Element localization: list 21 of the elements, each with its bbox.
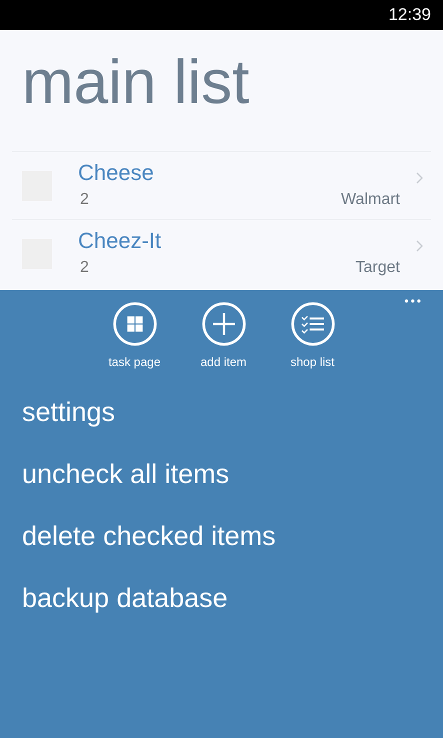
item-name: Cheese: [78, 158, 154, 186]
chevron-icon: [416, 172, 423, 184]
item-store: Target: [356, 258, 400, 278]
menu-item[interactable]: settings: [22, 393, 116, 431]
add-icon: [202, 302, 246, 346]
menu-item[interactable]: backup database: [22, 579, 228, 617]
item-store: Walmart: [341, 190, 400, 210]
more-button[interactable]: •••: [404, 292, 423, 310]
page-title: main list: [22, 52, 250, 114]
app-bar-button[interactable]: add item: [196, 302, 252, 371]
item-quantity: 2: [80, 258, 89, 278]
status-time: 12:39: [388, 4, 431, 26]
grid-icon: [112, 302, 156, 346]
app-bar-button[interactable]: shop list: [284, 302, 340, 371]
checklist-icon: [290, 302, 334, 346]
chevron-icon: [416, 240, 423, 252]
menu-item[interactable]: delete checked items: [22, 517, 276, 555]
item-name: Cheez-It: [78, 226, 162, 254]
menu-item[interactable]: uncheck all items: [22, 455, 230, 493]
app-bar-button[interactable]: task page: [106, 302, 162, 371]
item-quantity: 2: [80, 190, 89, 210]
